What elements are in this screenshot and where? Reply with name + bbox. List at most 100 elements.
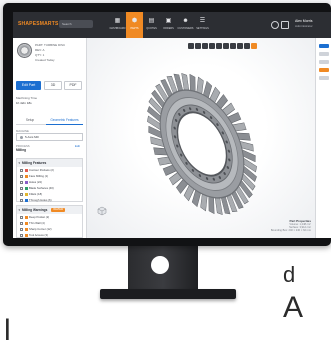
color-swatch [24,174,28,178]
color-swatch [24,221,28,225]
color-swatch [24,192,28,196]
checkbox[interactable] [20,180,23,184]
rotate-tool-icon[interactable] [195,43,201,49]
nav-item-customers[interactable]: ☻ CUSTOMERS [177,12,194,38]
wireframe-icon[interactable] [237,43,243,49]
part-thumbnail[interactable] [17,43,32,58]
monitor: SHAPESMARTS Search ▦ DASHBOARD ⬢ PARTS ▤ QUOT… [3,3,331,246]
checkbox[interactable] [20,198,23,202]
grid-icon: ▦ [114,18,121,24]
list-item-label: Fillets (18) [29,192,43,196]
stand-cable-hole [151,256,169,274]
edit-part-button[interactable]: Edit Part [16,81,41,90]
machine-icon [20,135,23,139]
checkbox[interactable] [20,221,23,225]
right-rail [315,38,331,238]
user-role: Administrator [295,24,313,28]
export-pdf-button[interactable]: PDF [64,81,82,90]
search-input[interactable]: Search [59,20,93,28]
nav-label: QUOTES [146,27,157,30]
part-bounding-box: Bounding Box: 240 × 240 × 62 mm [270,229,311,232]
turbine-disc-model[interactable] [127,52,277,232]
sliders-icon: ☰ [199,18,206,24]
rail-item-properties[interactable] [319,52,329,56]
tab-setup[interactable]: Setup [16,116,44,124]
highlight-features-icon[interactable] [251,43,257,49]
color-swatch [24,233,28,237]
nav-item-dashboard[interactable]: ▦ DASHBOARD [109,12,126,38]
rail-item-layers[interactable] [319,44,329,48]
checkbox[interactable] [20,192,23,196]
rail-item-comments[interactable] [319,60,329,64]
box-icon: ▣ [165,18,172,24]
checkbox[interactable] [20,227,23,231]
color-swatch [24,168,28,172]
milling-warnings-list: Deep Pocket (2) Thin Wall (4) Sharp Corner… [17,214,82,238]
checkbox[interactable] [20,186,23,190]
part-quantity: QTY: 1 [35,53,45,57]
nav-label: DASHBOARD [109,27,126,30]
help-icon[interactable] [271,21,279,29]
backdrop-text-3: l [4,314,11,347]
nav-label: CUSTOMERS [177,27,194,30]
list-item-label: Tool Access (3) [29,233,48,237]
nav-item-orders[interactable]: ▣ ORDERS [160,12,177,38]
top-bar: SHAPESMARTS Search ▦ DASHBOARD ⬢ PARTS ▤ QUOT… [13,12,331,38]
part-revision: REV: A [35,48,45,52]
part-properties: Part Properties Volume: 1,248 cm³ Surfac… [271,219,311,232]
monitor-base [100,289,236,299]
warnings-badge: REVIEW [51,208,66,213]
model-viewport[interactable]: Part Properties Volume: 1,248 cm³ Surfac… [87,38,315,238]
rail-item-history[interactable] [319,76,329,80]
view-cube-icon[interactable] [97,206,107,216]
milling-features-title: Milling Features [22,161,47,165]
process-edit-link[interactable]: Edit [75,144,80,148]
machine-select[interactable]: 5-Axis Mill [16,133,83,141]
list-item-label: Holes (24) [29,180,42,184]
checkbox[interactable] [20,174,23,178]
nav-item-parts[interactable]: ⬢ PARTS [126,12,143,38]
part-name: PART: TURBINE DISC [35,43,66,47]
tab-geometric-features[interactable]: Geometric Features [46,116,83,125]
milling-features-panel: ▾ Milling Features Contour Pockets (2) Fac… [16,158,83,202]
milling-warnings-panel: ▾ Milling Warnings REVIEW Deep Pocket (2) T… [16,205,83,238]
user-name[interactable]: Alex Morris [295,19,313,23]
app-logo[interactable]: SHAPESMARTS [18,21,59,27]
milling-features-list: Contour Pockets (2) Face Milling (1) Holes… [17,167,82,203]
chevron-down-icon: ▾ [18,161,21,165]
nav-item-settings[interactable]: ☰ SETTINGS [194,12,211,38]
list-item[interactable]: Through Holes (6) [17,197,82,203]
milling-warnings-title: Milling Warnings [22,208,48,212]
document-icon: ▤ [148,18,155,24]
backdrop-text-1: d [283,262,296,287]
notifications-icon[interactable] [281,21,289,29]
chevron-down-icon: ▾ [18,208,21,212]
measure-tool-icon[interactable] [223,43,229,49]
checkbox[interactable] [20,168,23,172]
list-item-label: Thin Wall (4) [29,221,45,225]
part-created: Created Today [35,58,55,62]
pan-tool-icon[interactable] [202,43,208,49]
rail-item-alerts[interactable] [319,68,329,72]
select-tool-icon[interactable] [188,43,194,49]
backdrop-text-2: A [283,291,304,324]
fit-view-icon[interactable] [230,43,236,49]
nav-label: SETTINGS [196,27,209,30]
list-item-label: Blade Surfaces (40) [29,186,54,190]
users-icon: ☻ [182,18,189,24]
nav-label: ORDERS [163,27,174,30]
milling-warnings-header[interactable]: ▾ Milling Warnings REVIEW [17,206,82,214]
zoom-tool-icon[interactable] [209,43,215,49]
checkbox[interactable] [20,215,23,219]
milling-features-header[interactable]: ▾ Milling Features [17,159,82,167]
view-3d-button[interactable]: 3D [44,81,62,90]
checkbox[interactable] [20,233,23,237]
section-tool-icon[interactable] [216,43,222,49]
color-swatch [24,227,28,231]
color-swatch [24,180,28,184]
list-item-label: Through Holes (6) [29,198,52,202]
color-swatch [24,186,28,190]
list-item-label: Face Milling (1) [29,174,49,178]
nav-item-quotes[interactable]: ▤ QUOTES [143,12,160,38]
shading-icon[interactable] [244,43,250,49]
